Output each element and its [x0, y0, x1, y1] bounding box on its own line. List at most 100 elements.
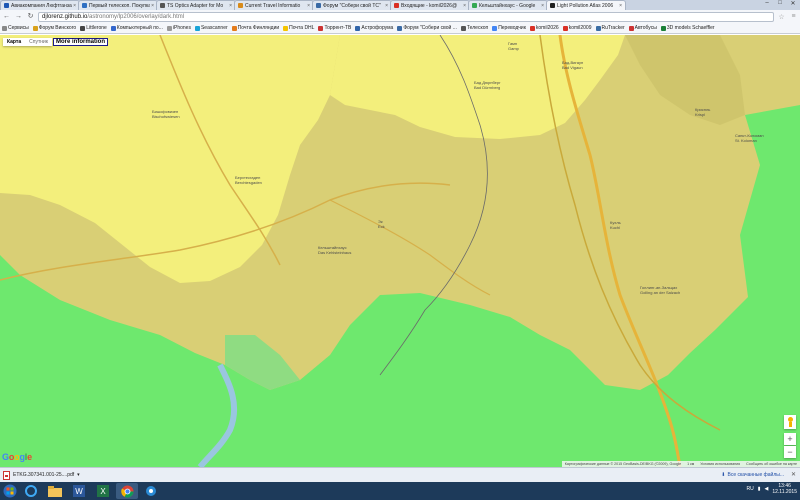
place-label-berchtesgaden: Берхтесгаден Berchtesgaden	[235, 175, 262, 185]
bookmark-item[interactable]: 3D models Schaeffler	[660, 25, 715, 31]
map-canvas[interactable]: Карта Спутник More information Бишофсвиз…	[0, 35, 800, 467]
browser-tab[interactable]: Кельштайнхаус - Google ×	[468, 0, 548, 10]
start-button[interactable]	[2, 483, 18, 499]
word-icon[interactable]: W	[68, 483, 90, 499]
bookmark-favicon-icon	[80, 25, 86, 31]
bookmark-item[interactable]: Астрофорума	[355, 25, 393, 31]
back-icon[interactable]: ←	[2, 12, 11, 21]
network-icon[interactable]: ▮	[758, 486, 761, 492]
bookmark-item[interactable]: komil2009	[562, 25, 592, 31]
close-tab-icon[interactable]: ×	[541, 3, 544, 9]
bookmark-favicon-icon	[283, 25, 289, 31]
map-type-satellite-button[interactable]: Спутник	[25, 38, 52, 46]
place-label-gamp: Гамп Gamp	[508, 41, 519, 51]
bookmark-item[interactable]: Форум Винского	[32, 25, 77, 31]
zoom-in-button[interactable]: +	[784, 433, 796, 445]
download-item[interactable]: ETKG.307341.001-25....pdf ▾	[3, 470, 80, 480]
close-tab-icon[interactable]: ×	[307, 3, 310, 9]
more-information-button[interactable]: More information	[53, 38, 108, 46]
bookmark-item[interactable]: Автобусы	[628, 25, 657, 31]
bookmark-item[interactable]: Телескоп	[460, 25, 488, 31]
bookmark-favicon-icon	[110, 25, 116, 31]
tab-favicon-icon	[238, 3, 243, 8]
show-all-downloads-link[interactable]: ⬇ Все скачанные файлы...	[721, 472, 784, 478]
tab-title: Light Pollution Atlas 2006	[557, 2, 614, 9]
browser-tab[interactable]: Current Travel Informatio ×	[234, 0, 314, 10]
chevron-down-icon[interactable]: ▾	[77, 472, 80, 478]
close-tab-icon[interactable]: ×	[151, 3, 154, 9]
forward-icon[interactable]: →	[14, 12, 23, 21]
excel-icon[interactable]: X	[92, 483, 114, 499]
menu-icon[interactable]: ≡	[789, 13, 798, 20]
bookmark-favicon-icon	[231, 25, 237, 31]
close-window-button[interactable]: ✕	[787, 0, 799, 8]
bookmark-label: Астрофорума	[361, 25, 394, 31]
show-all-downloads-label: Все скачанные файлы...	[727, 472, 784, 478]
bookmark-label: Littlerone	[86, 25, 107, 31]
close-tab-icon[interactable]: ×	[463, 3, 466, 9]
tab-favicon-icon	[550, 3, 555, 8]
place-label-golling: Голлинг-ан-Зальцах Golling an der Salzach	[640, 285, 681, 295]
bookmark-star-icon[interactable]: ☆	[777, 13, 786, 21]
explorer-folder-icon[interactable]	[44, 483, 66, 499]
bookmark-favicon-icon	[628, 25, 634, 31]
bookmark-favicon-icon	[492, 25, 498, 31]
google-logo: Google	[2, 452, 32, 462]
clock-date: 12.11.2015	[772, 489, 797, 495]
zoom-out-button[interactable]: −	[784, 446, 796, 458]
close-tab-icon[interactable]: ×	[229, 3, 232, 9]
bookmark-item[interactable]: RuTracker	[595, 25, 625, 31]
browser-tab[interactable]: Авиакомпания Люфтганза ×	[0, 0, 80, 10]
bookmark-item[interactable]: Компьютерный по...	[110, 25, 163, 31]
bookmark-item[interactable]: Seascanner	[194, 25, 228, 31]
maximize-button[interactable]: □	[774, 0, 786, 8]
bookmark-favicon-icon	[562, 25, 568, 31]
bookmark-favicon-icon	[529, 25, 535, 31]
bookmark-item[interactable]: komil2026	[529, 25, 559, 31]
browser-tab[interactable]: Первый телескоп. Покупка ×	[78, 0, 158, 10]
terms-link[interactable]: Условия использования	[700, 462, 740, 466]
qip-icon[interactable]	[140, 483, 162, 499]
close-shelf-icon[interactable]: ✕	[791, 471, 796, 478]
bookmark-item[interactable]: Почта Финляндии	[231, 25, 279, 31]
volume-icon[interactable]: ◀	[764, 486, 768, 492]
place-label-krispl: Криспль Krispl	[695, 107, 711, 117]
report-error-link[interactable]: Сообщить об ошибке на карте	[746, 462, 797, 466]
language-indicator[interactable]: RU	[746, 486, 753, 492]
close-tab-icon[interactable]: ×	[385, 3, 388, 9]
browser-tab[interactable]: Входящие - komil2026@ ×	[390, 0, 470, 10]
map-type-control: Карта Спутник	[3, 38, 52, 46]
tab-strip: Авиакомпания Люфтганза × Первый телескоп. …	[0, 0, 800, 10]
bookmark-item[interactable]: Переводчик	[492, 25, 526, 31]
address-bar[interactable]: djlorenz.github.io/astronomy/lp2006/over…	[38, 11, 774, 22]
bookmarks-bar: Сервисы Форум Винского Littlerone Компьютер…	[0, 23, 800, 34]
browser-tab[interactable]: Форум "Собери свой ТС" ×	[312, 0, 392, 10]
bookmark-item[interactable]: iPhones	[166, 25, 191, 31]
svg-text:X: X	[100, 487, 106, 496]
tab-title: Форум "Собери свой ТС"	[323, 2, 381, 9]
close-tab-icon[interactable]: ×	[73, 3, 76, 9]
bookmark-label: Форум Винского	[38, 25, 77, 31]
bookmark-label: komil2009	[568, 25, 592, 31]
chrome-icon[interactable]	[116, 483, 138, 499]
bookmark-item[interactable]: Торрент-ТВ	[318, 25, 351, 31]
street-view-pegman-icon[interactable]	[784, 415, 796, 429]
bookmark-label: 3D models Schaeffler	[666, 25, 715, 31]
clock[interactable]: 13:46 12.11.2015	[772, 483, 797, 495]
browser-tab[interactable]: Light Pollution Atlas 2006 ×	[546, 0, 626, 10]
bookmark-label: komil2026	[535, 25, 559, 31]
minimize-button[interactable]: –	[761, 0, 773, 8]
bookmark-label: Сервисы	[8, 25, 29, 31]
bookmark-item[interactable]: Littlerone	[80, 25, 107, 31]
bookmark-favicon-icon	[460, 25, 466, 31]
close-tab-icon[interactable]: ×	[619, 3, 622, 9]
bookmark-item[interactable]: Форум "Собери свой ...	[397, 25, 457, 31]
ie-icon[interactable]	[20, 483, 42, 499]
browser-tab[interactable]: TS Optics Adapter for Mo ×	[156, 0, 236, 10]
map-type-map-button[interactable]: Карта	[3, 38, 25, 46]
bookmark-item[interactable]: Сервисы	[2, 25, 29, 31]
bookmark-item[interactable]: Почта DHL	[283, 25, 314, 31]
reload-icon[interactable]: ↻	[26, 12, 35, 21]
place-label-st-koloman: Санкт-Коломан St. Koloman	[735, 133, 764, 143]
tab-title: Первый телескоп. Покупка	[89, 2, 151, 9]
